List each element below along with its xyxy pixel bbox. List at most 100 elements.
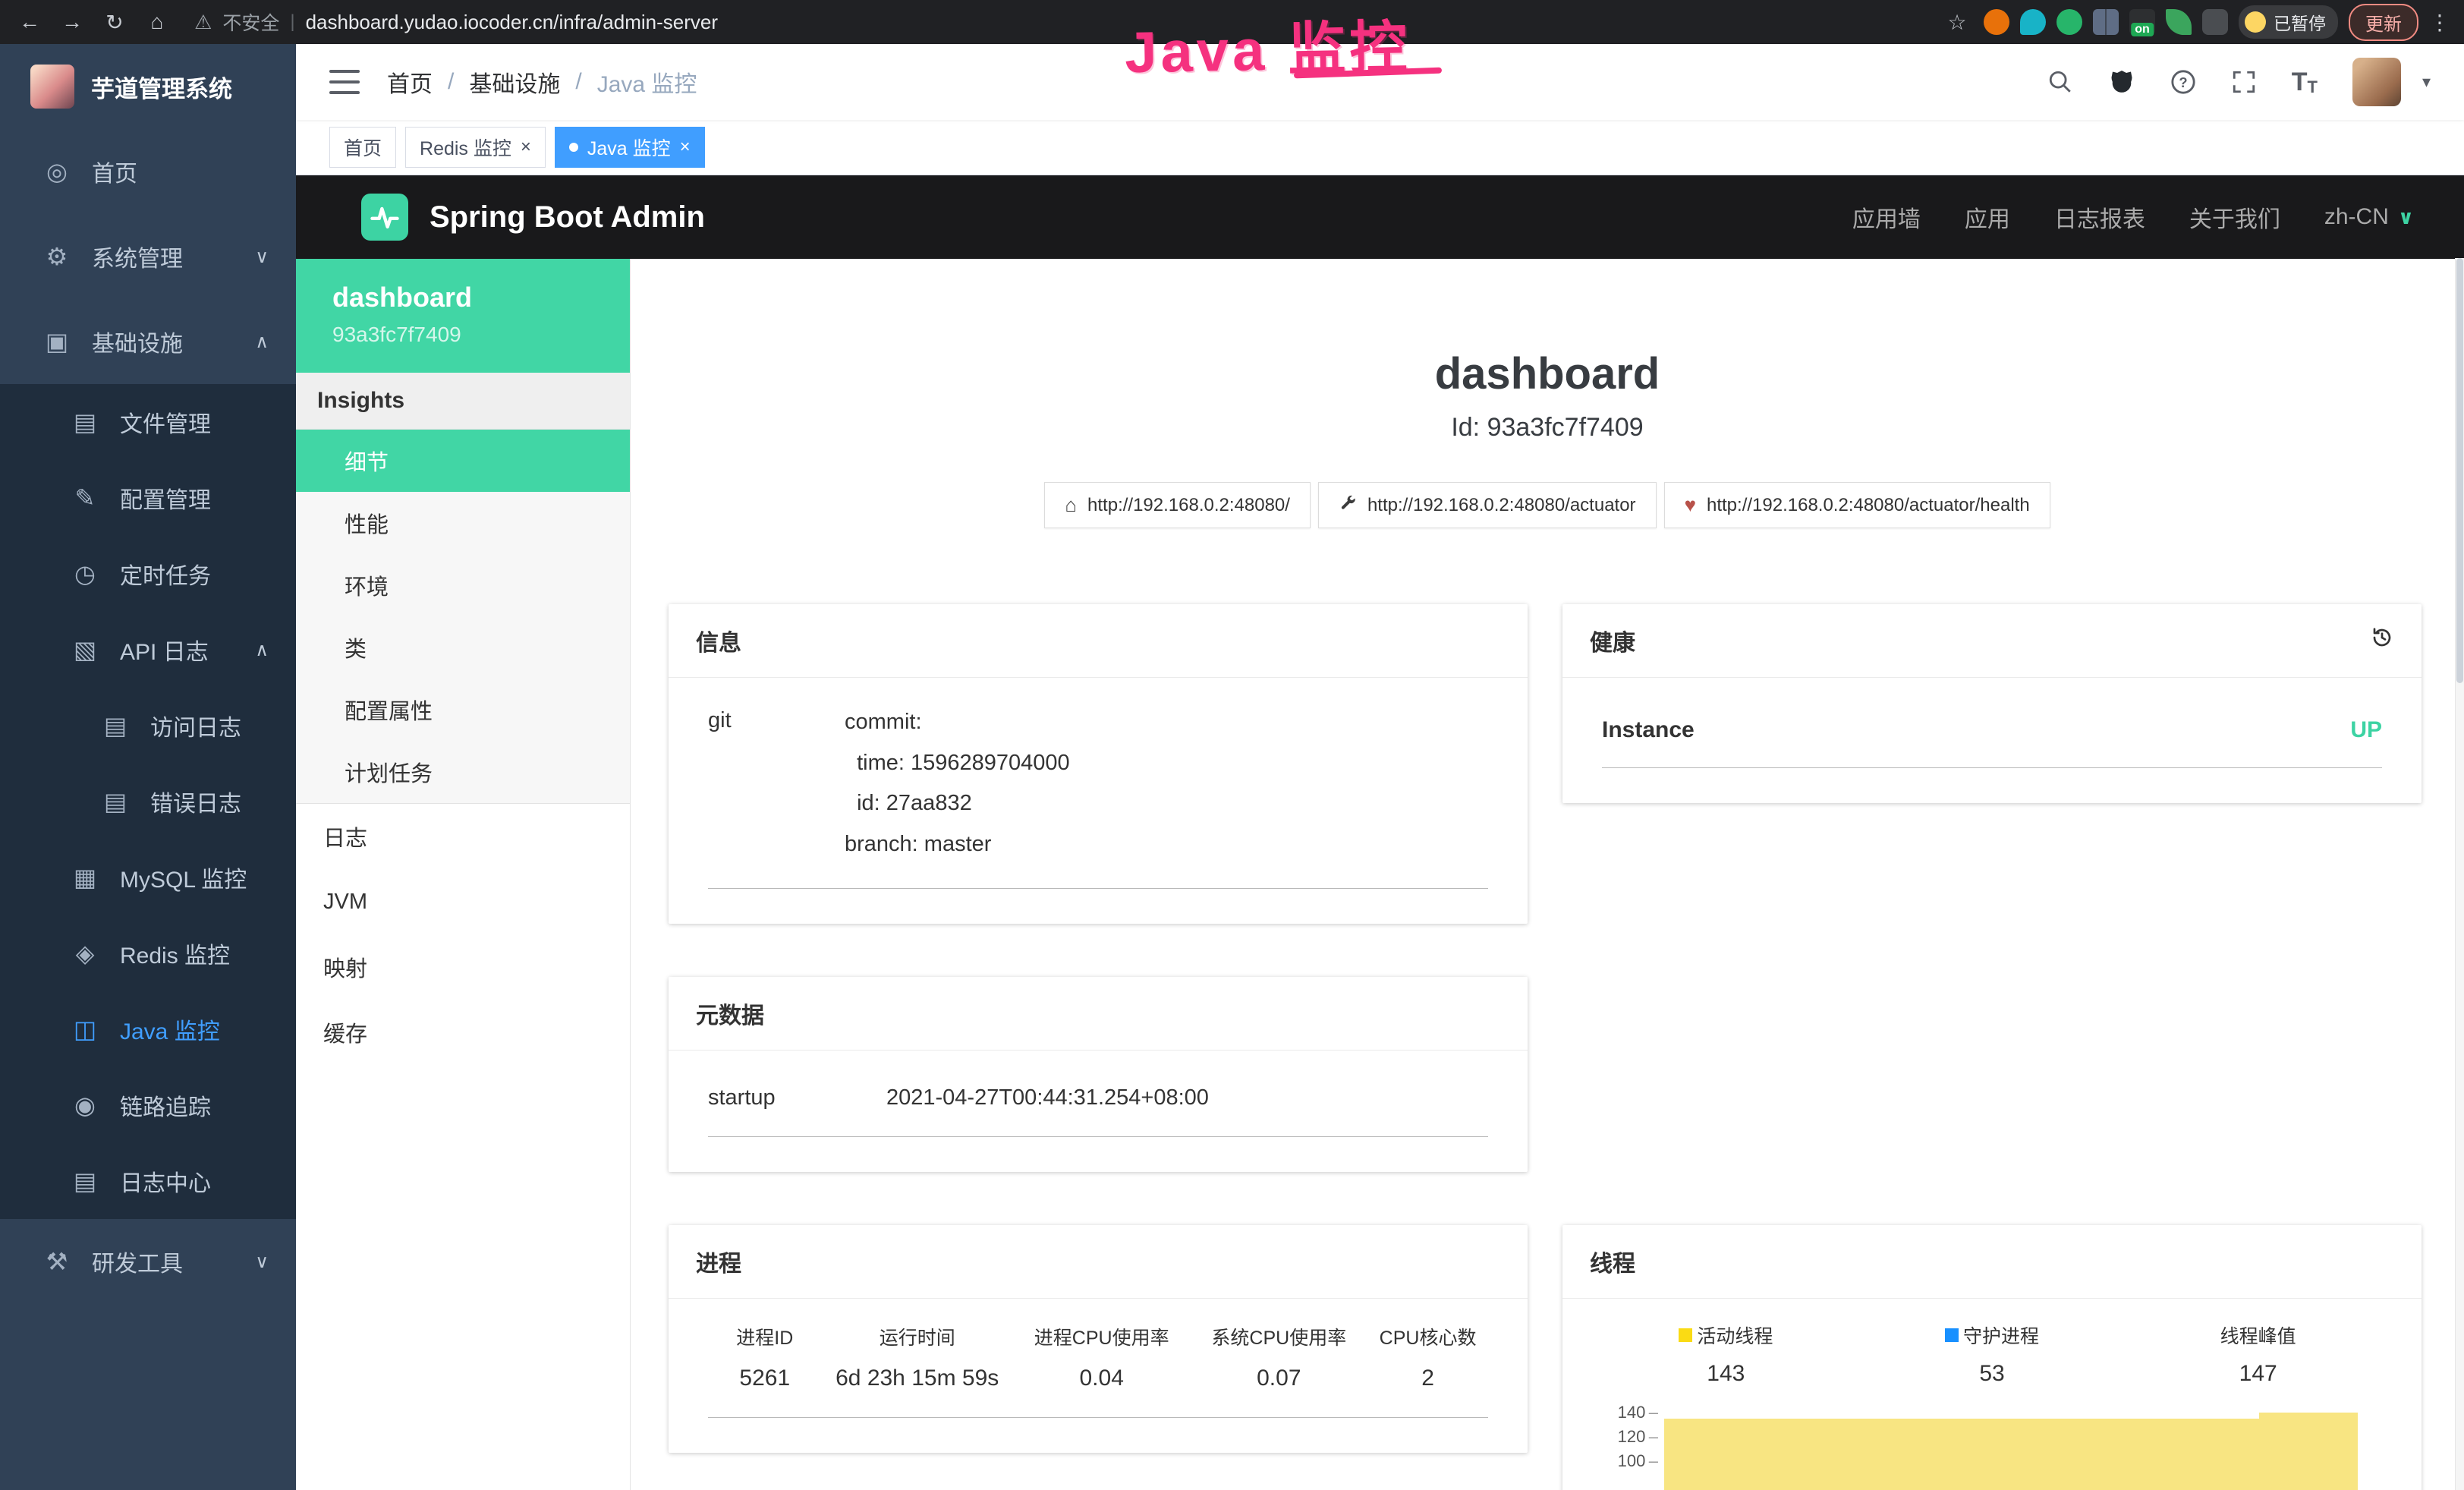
sidebar-item-log-center[interactable]: ▤ 日志中心: [0, 1143, 296, 1219]
endpoint-url: http://192.168.0.2:48080/: [1087, 495, 1290, 516]
endpoint-home-link[interactable]: ⌂ http://192.168.0.2:48080/: [1044, 482, 1311, 528]
paused-extension-chip[interactable]: 已暂停: [2239, 5, 2338, 39]
app-main: 首页 / 基础设施 / Java 监控 ?: [296, 44, 2464, 1490]
sidebar-item-api-logs[interactable]: ▧ API 日志 ∧: [0, 612, 296, 688]
scrollbar-track[interactable]: [2455, 258, 2464, 1490]
process-col-system-cpu: 系统CPU使用率 0.07: [1191, 1323, 1368, 1391]
log-icon: ▤: [100, 787, 131, 816]
help-icon[interactable]: ?: [2170, 69, 2196, 95]
font-size-icon[interactable]: TT: [2292, 68, 2318, 97]
file-icon: ▤: [70, 408, 100, 436]
legend-label: 守护进程: [1963, 1321, 2039, 1349]
sba-logo-icon: [361, 194, 408, 241]
axis-tick: 140: [1618, 1400, 1658, 1425]
chart-area-live-threads: [1664, 1419, 2358, 1490]
url-text[interactable]: dashboard.yudao.iocoder.cn/infra/admin-s…: [306, 11, 718, 34]
extension-icon-switch[interactable]: on: [2129, 9, 2155, 35]
tab-redis-monitor[interactable]: Redis 监控 ×: [405, 127, 546, 168]
breadcrumb-home[interactable]: 首页: [387, 65, 433, 99]
breadcrumb: 首页 / 基础设施 / Java 监控: [387, 65, 697, 99]
sba-item-mappings[interactable]: 映射: [296, 934, 630, 1000]
avatar[interactable]: [2352, 58, 2401, 106]
sba-link-about[interactable]: 关于我们: [2189, 200, 2280, 234]
sidebar-item-java-monitor[interactable]: ◫ Java 监控: [0, 991, 296, 1067]
process-col-process-cpu: 进程CPU使用率 0.04: [1013, 1323, 1191, 1391]
endpoint-health-link[interactable]: ♥ http://192.168.0.2:48080/actuator/heal…: [1664, 482, 2050, 528]
forward-icon[interactable]: →: [56, 6, 88, 38]
sidebar-item-dev-tools[interactable]: ⚒ 研发工具 ∨: [0, 1219, 296, 1304]
card-title: 信息: [696, 624, 741, 657]
sidebar-item-access-logs[interactable]: ▤ 访问日志: [0, 688, 296, 764]
legend-value: 143: [1707, 1361, 1745, 1387]
extension-icon-leaf[interactable]: [2166, 9, 2192, 35]
sidebar-item-config-management[interactable]: ✎ 配置管理: [0, 460, 296, 536]
browser-home-icon[interactable]: ⌂: [141, 6, 173, 38]
tab-java-monitor[interactable]: Java 监控 ×: [555, 127, 705, 168]
sidebar-item-infrastructure[interactable]: ▣ 基础设施 ∧: [0, 299, 296, 384]
fullscreen-icon[interactable]: [2231, 69, 2257, 95]
browser-update-button[interactable]: 更新: [2349, 4, 2418, 41]
column-value: 0.04: [1013, 1366, 1191, 1391]
sba-item-scheduled-tasks[interactable]: 计划任务: [296, 741, 630, 803]
close-icon[interactable]: ×: [521, 138, 531, 156]
bookmark-star-icon[interactable]: ☆: [1941, 6, 1973, 38]
sba-link-applications[interactable]: 应用: [1965, 200, 2010, 234]
sidebar-item-label: 日志中心: [120, 1164, 211, 1198]
sba-item-environment[interactable]: 环境: [296, 554, 630, 616]
address-bar[interactable]: ⚠ 不安全 | dashboard.yudao.iocoder.cn/infra…: [184, 8, 1931, 36]
monitor-icon: ▣: [42, 327, 72, 356]
extensions-puzzle-icon[interactable]: [2202, 9, 2228, 35]
back-icon[interactable]: ←: [14, 6, 46, 38]
sba-instance-header[interactable]: dashboard 93a3fc7f7409: [296, 259, 630, 373]
scrollbar-thumb[interactable]: [2456, 258, 2463, 683]
github-icon[interactable]: [2108, 68, 2135, 96]
refresh-icon[interactable]: ↻: [99, 6, 131, 38]
sba-item-logs[interactable]: 日志: [296, 804, 630, 869]
extension-icon-orange[interactable]: [1984, 9, 2009, 35]
sidebar-item-mysql-monitor[interactable]: ▦ MySQL 监控: [0, 840, 296, 915]
sidebar-item-error-logs[interactable]: ▤ 错误日志: [0, 764, 296, 840]
sidebar-item-scheduled-jobs[interactable]: ◷ 定时任务: [0, 536, 296, 612]
endpoint-actuator-link[interactable]: http://192.168.0.2:48080/actuator: [1318, 482, 1657, 528]
info-row-git: git commit: time: 1596289704000 id: 27aa…: [708, 702, 1488, 889]
extension-icon-grid[interactable]: [2093, 9, 2119, 35]
info-row-label: git: [708, 702, 845, 865]
extension-icon-green-circle[interactable]: [2056, 9, 2082, 35]
sba-link-journal[interactable]: 日志报表: [2054, 200, 2145, 234]
breadcrumb-infrastructure[interactable]: 基础设施: [469, 65, 560, 99]
browser-menu-icon[interactable]: ⋮: [2429, 10, 2450, 35]
sba-item-classes[interactable]: 类: [296, 616, 630, 679]
health-card: 健康 Instance UP: [1562, 604, 2422, 803]
language-selector[interactable]: zh-CN ∨: [2324, 204, 2414, 230]
history-icon[interactable]: [2370, 625, 2394, 656]
threads-legend: 活动线程 143 守护进程: [1593, 1321, 2391, 1387]
sba-item-configprops[interactable]: 配置属性: [296, 679, 630, 741]
sba-item-metrics[interactable]: 性能: [296, 492, 630, 554]
health-card-body: Instance UP: [1562, 678, 2422, 803]
extension-icon-droplet[interactable]: [2020, 9, 2046, 35]
sba-section-insights: Insights: [296, 373, 630, 430]
card-title: 健康: [1590, 624, 1635, 657]
sidebar-toggle-icon[interactable]: [329, 70, 360, 94]
metadata-row-label: startup: [708, 1085, 886, 1110]
sidebar-item-file-management[interactable]: ▤ 文件管理: [0, 384, 296, 460]
sba-item-details[interactable]: 细节: [296, 430, 630, 492]
sba-item-jvm[interactable]: JVM: [296, 869, 630, 934]
tabs-bar: 首页 Redis 监控 × Java 监控 ×: [296, 120, 2464, 175]
edit-icon: ✎: [70, 484, 100, 512]
column-value: 5261: [708, 1366, 822, 1391]
sidebar-item-redis-monitor[interactable]: ◈ Redis 监控: [0, 915, 296, 991]
metadata-row-value: 2021-04-27T00:44:31.254+08:00: [886, 1085, 1209, 1110]
sidebar-item-system-management[interactable]: ⚙ 系统管理 ∨: [0, 214, 296, 299]
sidebar-item-tracing[interactable]: ◉ 链路追踪: [0, 1067, 296, 1143]
legend-swatch-yellow: [1679, 1328, 1692, 1342]
legend-live-threads: 活动线程 143: [1593, 1321, 1859, 1387]
cards-grid: 信息 git commit: time: 1596289704000 id: 2…: [631, 604, 2464, 1490]
column-value: 0.07: [1191, 1366, 1368, 1391]
close-icon[interactable]: ×: [680, 138, 691, 156]
sidebar-item-home[interactable]: ◎ 首页: [0, 129, 296, 214]
sba-item-caches[interactable]: 缓存: [296, 1000, 630, 1065]
search-icon[interactable]: [2047, 69, 2073, 95]
sba-link-wallboard[interactable]: 应用墙: [1852, 200, 1921, 234]
tab-home[interactable]: 首页: [329, 127, 396, 168]
